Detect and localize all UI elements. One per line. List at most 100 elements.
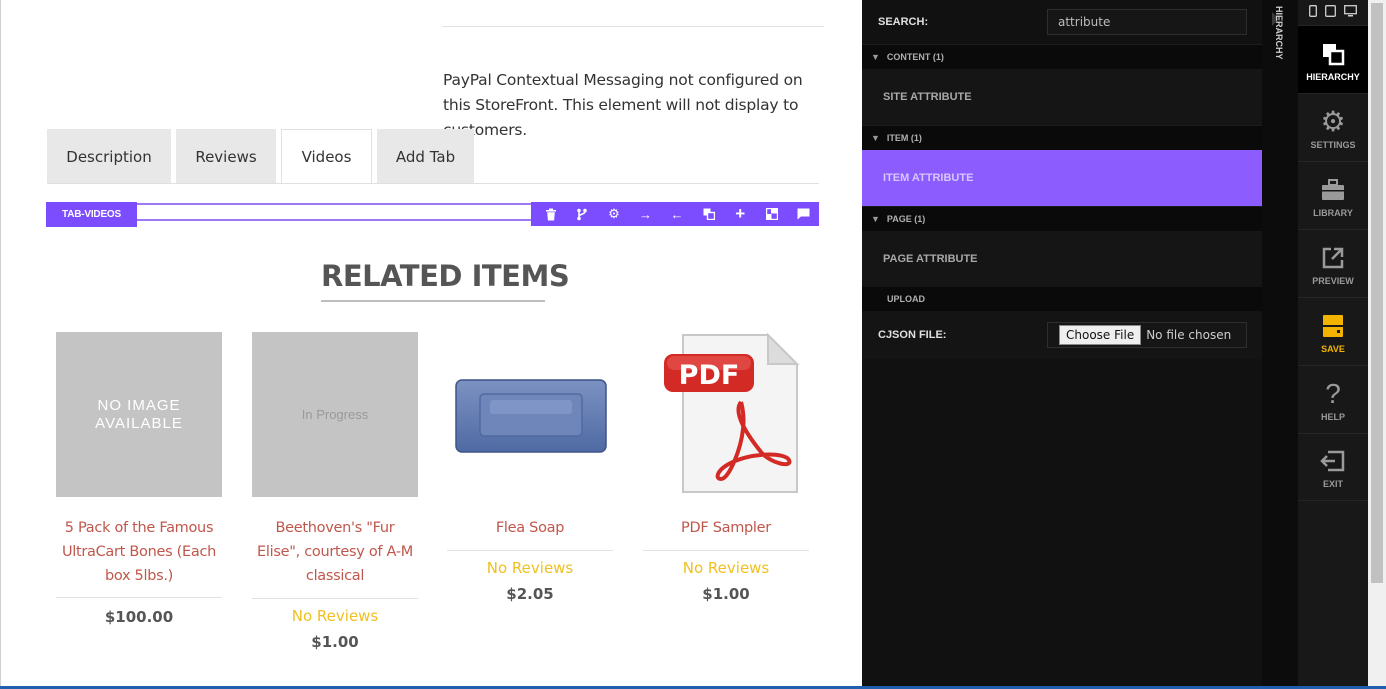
nav-label: HELP [1320, 411, 1345, 422]
hierarchy-icon [1321, 38, 1345, 70]
arrow-left-icon[interactable]: ← [661, 202, 693, 226]
gear-icon: ⚙ [1320, 106, 1346, 137]
upload-header: UPLOAD [862, 287, 1262, 311]
soap-image [455, 378, 607, 453]
title-underline [321, 300, 545, 302]
no-file-text: No file chosen [1146, 328, 1232, 342]
product-card: NO IMAGE AVAILABLE 5 Pack of the Famous … [56, 332, 222, 630]
gear-icon[interactable]: ⚙ [598, 202, 630, 226]
section-header-item[interactable]: ▼ ITEM (1) [862, 125, 1262, 150]
nav-label: EXIT [1322, 479, 1343, 489]
layout-icon[interactable] [756, 202, 788, 226]
duplicate-icon[interactable] [693, 202, 725, 226]
nav-label: SETTINGS [1310, 139, 1356, 150]
divider [442, 26, 824, 27]
related-items-title: RELATED ITEMS [321, 259, 570, 293]
tab-description[interactable]: Description [47, 129, 171, 184]
hierarchy-panel: SEARCH: ▼ CONTENT (1) SITE ATTRIBUTE ▼ I… [862, 0, 1262, 686]
tab-divider [47, 183, 819, 184]
product-price: $1.00 [702, 585, 750, 603]
in-progress-placeholder: In Progress [301, 407, 369, 422]
section-title: CONTENT (1) [886, 52, 944, 62]
section-title: PAGE (1) [886, 214, 926, 224]
product-image[interactable]: In Progress [252, 332, 418, 497]
nav-label: PREVIEW [1312, 275, 1354, 286]
briefcase-icon [1321, 174, 1345, 206]
external-link-icon [1321, 242, 1345, 274]
nav-preview[interactable]: PREVIEW [1298, 229, 1368, 297]
attribute-row-page[interactable]: PAGE ATTRIBUTE [862, 231, 1262, 287]
product-price: $1.00 [311, 633, 359, 651]
product-card: PDF PDF Sampler No Reviews $1.00 [643, 332, 809, 607]
choose-file-button[interactable]: Choose File [1059, 325, 1142, 345]
tab-add[interactable]: Add Tab [377, 129, 474, 184]
tab-reviews[interactable]: Reviews [176, 129, 276, 184]
cjson-file-row: CJSON FILE: Choose File No file chosen [862, 311, 1262, 359]
phone-icon[interactable] [1309, 5, 1317, 20]
element-toolbar: ⚙ → ← + [531, 202, 819, 226]
nav-label: SAVE [1321, 343, 1345, 354]
search-input[interactable] [1047, 9, 1247, 35]
product-name[interactable]: Flea Soap [447, 516, 613, 540]
paypal-message: PayPal Contextual Messaging not configur… [443, 71, 803, 139]
product-image[interactable] [447, 332, 613, 497]
product-card: Flea Soap No Reviews $2.05 [447, 332, 613, 607]
nav-label: HIERARCHY [1306, 71, 1360, 82]
product-reviews[interactable]: No Reviews [252, 605, 418, 627]
attribute-row-site[interactable]: SITE ATTRIBUTE [862, 69, 1262, 125]
save-icon [1322, 310, 1344, 342]
cjson-file-label: CJSON FILE: [878, 329, 947, 341]
section-header-content[interactable]: ▼ CONTENT (1) [862, 44, 1262, 69]
file-input: Choose File No file chosen [1047, 322, 1247, 348]
desktop-icon[interactable] [1344, 5, 1357, 20]
product-name[interactable]: 5 Pack of the Famous UltraCart Bones (Ea… [56, 516, 222, 588]
product-tabs: Description Reviews Videos Add Tab [47, 129, 479, 184]
product-card: In Progress Beethoven's "Fur Elise", cou… [252, 332, 418, 655]
branch-icon[interactable] [567, 202, 599, 226]
hierarchy-strip-label: HIERARCHY [1274, 6, 1284, 60]
scrollbar-thumb[interactable] [1371, 3, 1383, 583]
nav-help[interactable]: ? HELP [1298, 365, 1368, 433]
pdf-file-icon: PDF [664, 332, 800, 493]
nav-save[interactable]: SAVE [1298, 297, 1368, 365]
editor-nav: HIERARCHY ⚙ SETTINGS LIBRARY PREVIEW SAV… [1298, 0, 1368, 686]
nav-hierarchy[interactable]: HIERARCHY [1298, 25, 1368, 93]
tablet-icon[interactable] [1325, 5, 1336, 20]
tab-videos[interactable]: Videos [281, 129, 372, 184]
divider [447, 550, 613, 551]
storefront-canvas: PayPal Contextual Messaging not configur… [0, 0, 862, 686]
divider [56, 597, 222, 598]
hierarchy-collapse-strip[interactable]: HIERARCHY [1262, 0, 1298, 686]
section-header-page[interactable]: ▼ PAGE (1) [862, 206, 1262, 231]
nav-settings[interactable]: ⚙ SETTINGS [1298, 93, 1368, 161]
exit-icon [1320, 445, 1346, 477]
plus-icon[interactable]: + [724, 202, 756, 226]
attribute-row-item[interactable]: ITEM ATTRIBUTE [862, 150, 1262, 206]
product-image[interactable]: PDF [643, 332, 809, 497]
question-icon: ? [1325, 377, 1341, 409]
divider [643, 550, 809, 551]
nav-exit[interactable]: EXIT [1298, 433, 1368, 501]
search-label: SEARCH: [878, 16, 929, 28]
product-name[interactable]: PDF Sampler [643, 516, 809, 540]
section-title: ITEM (1) [886, 133, 922, 143]
product-price: $2.05 [506, 585, 554, 603]
page-scrollbar[interactable] [1368, 0, 1386, 686]
chevron-down-icon: ▼ [871, 214, 880, 224]
product-image[interactable]: NO IMAGE AVAILABLE [56, 332, 222, 497]
selected-element-tag[interactable]: TAB-VIDEOS [46, 202, 137, 227]
product-reviews[interactable]: No Reviews [643, 557, 809, 579]
product-name[interactable]: Beethoven's "Fur Elise", courtesy of A-M… [252, 516, 418, 588]
nav-label: LIBRARY [1313, 207, 1353, 218]
comment-icon[interactable] [788, 202, 820, 226]
trash-icon[interactable] [535, 202, 567, 226]
product-reviews[interactable]: No Reviews [447, 557, 613, 579]
search-row: SEARCH: [862, 0, 1262, 44]
product-price: $100.00 [104, 608, 174, 626]
divider [252, 598, 418, 599]
arrow-right-icon[interactable]: → [630, 202, 662, 226]
nav-library[interactable]: LIBRARY [1298, 161, 1368, 229]
device-switcher [1298, 0, 1368, 25]
no-image-placeholder: NO IMAGE AVAILABLE [95, 396, 183, 432]
pdf-label: PDF [679, 360, 740, 391]
